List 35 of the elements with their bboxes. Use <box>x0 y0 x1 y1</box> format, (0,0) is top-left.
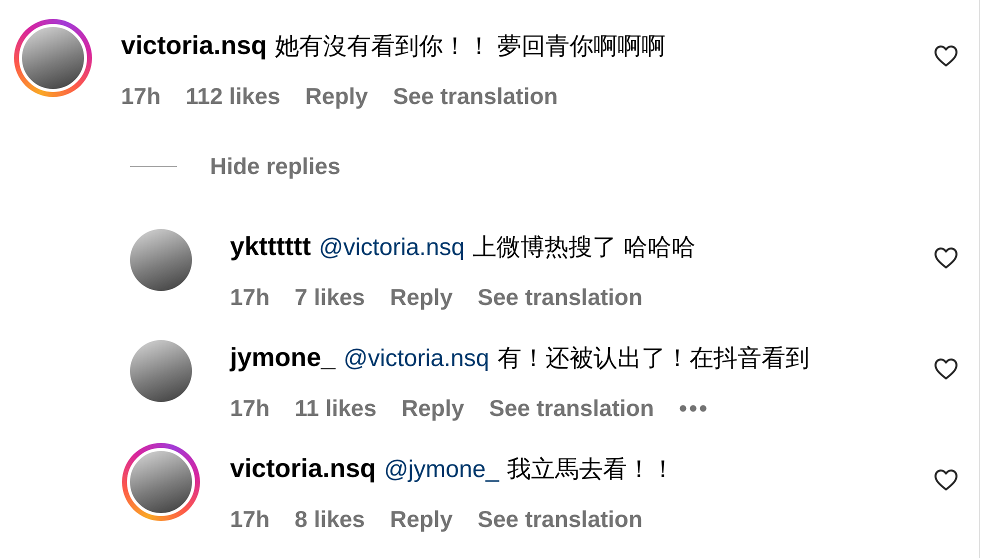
heart-icon[interactable] <box>934 247 958 269</box>
username-link[interactable]: yktttttt <box>230 231 311 261</box>
see-translation-link[interactable]: See translation <box>478 506 643 532</box>
username-link[interactable]: jymone_ <box>230 342 336 372</box>
see-translation-link[interactable]: See translation <box>392 83 558 109</box>
reply-link[interactable]: Reply <box>402 395 464 421</box>
username-link[interactable]: victoria.nsq <box>230 453 376 483</box>
mention-link[interactable]: @victoria.nsq <box>318 234 465 261</box>
avatar-photo-placeholder <box>127 448 195 516</box>
see-translation-link[interactable]: See translation <box>478 284 643 310</box>
timestamp: 17h <box>230 284 270 310</box>
heart-icon[interactable] <box>934 469 958 491</box>
username-link[interactable]: victoria.nsq <box>121 30 267 60</box>
likes-count[interactable]: 112 likes <box>186 83 280 109</box>
hide-replies-link[interactable]: Hide replies <box>210 153 340 179</box>
reply-link[interactable]: Reply <box>390 284 453 310</box>
comment-text: 有！还被认出了！在抖音看到 <box>497 345 810 372</box>
more-options-button[interactable]: ••• <box>679 395 710 421</box>
mention-link[interactable]: @victoria.nsq <box>344 345 490 372</box>
mention-link[interactable]: @jymone_ <box>384 456 500 483</box>
timestamp: 17h <box>230 506 270 532</box>
comment-text: 她有沒有看到你！！ 夢回青你啊啊啊 <box>274 33 666 60</box>
likes-count[interactable]: 11 likes <box>294 395 376 421</box>
reply-link[interactable]: Reply <box>390 506 453 532</box>
see-translation-link[interactable]: See translation <box>489 395 654 421</box>
avatar-photo-placeholder <box>19 24 87 92</box>
heart-icon[interactable] <box>934 45 958 67</box>
comment-text: 我立馬去看！！ <box>507 456 676 483</box>
likes-count[interactable]: 7 likes <box>294 284 365 310</box>
likes-count[interactable]: 8 likes <box>294 506 365 532</box>
heart-icon[interactable] <box>934 358 958 380</box>
timestamp: 17h <box>230 395 270 421</box>
reply-link[interactable]: Reply <box>305 83 368 109</box>
comment-text: 上微博热搜了 哈哈哈 <box>472 234 696 261</box>
timestamp: 17h <box>121 83 161 109</box>
